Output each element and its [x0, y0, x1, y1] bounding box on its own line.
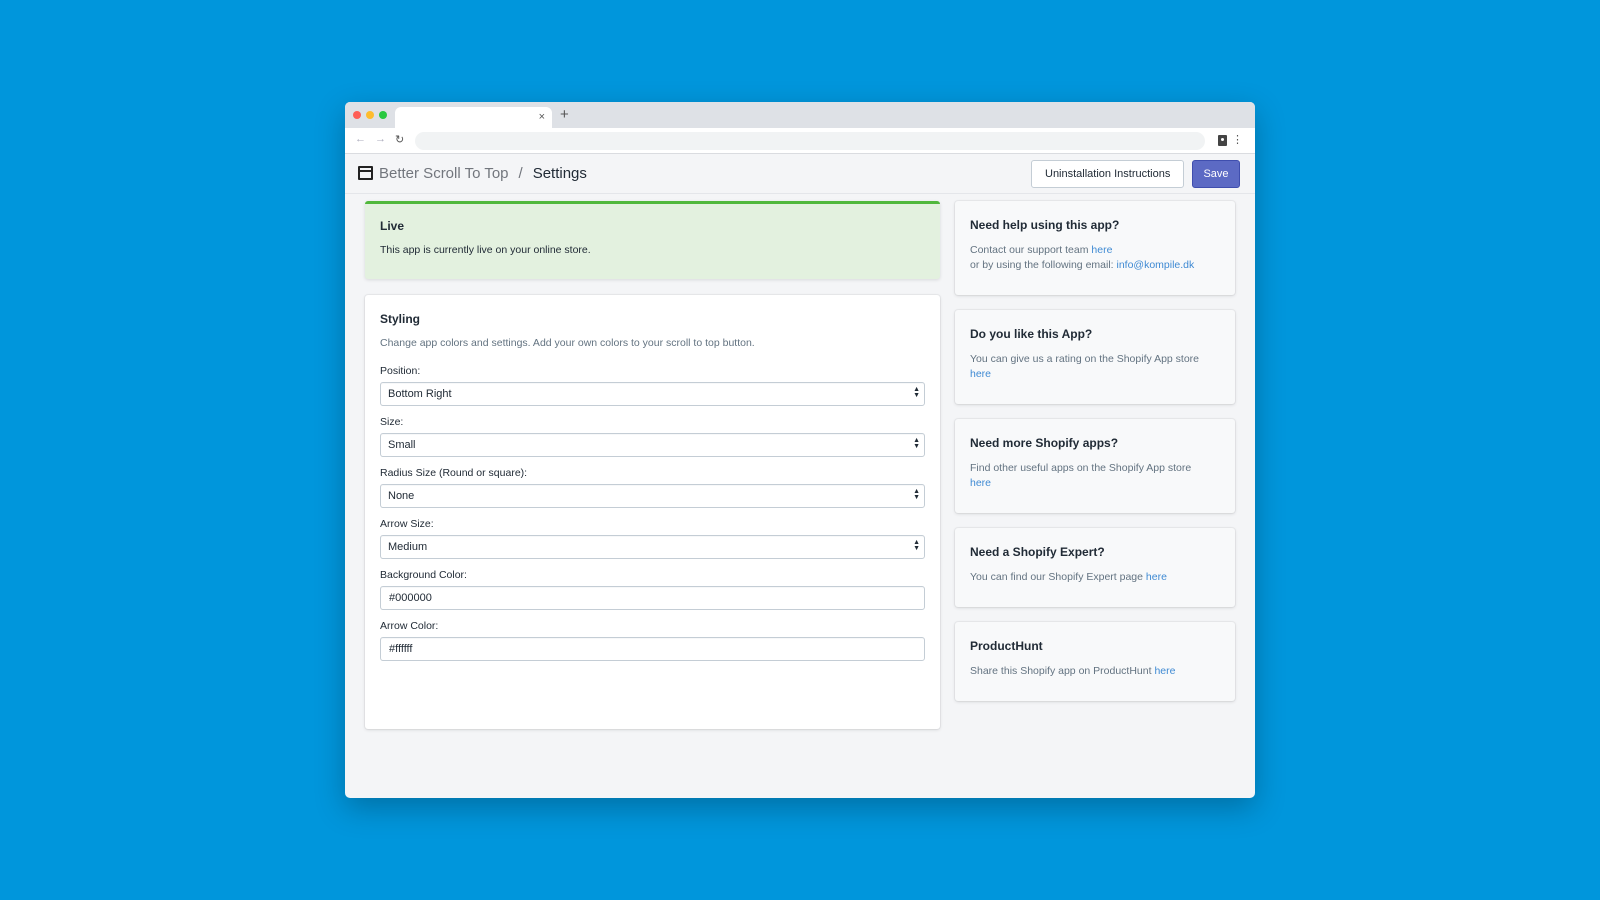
support-here-link[interactable]: here: [1091, 244, 1112, 256]
breadcrumb: Better Scroll To Top / Settings: [379, 165, 587, 182]
back-arrow-icon[interactable]: ←: [355, 133, 366, 145]
arrow-color-input[interactable]: #ffffff: [380, 637, 925, 661]
window-controls: [353, 111, 387, 119]
help-line2: or by using the following email:: [970, 259, 1117, 271]
position-select[interactable]: Bottom Right ▲ ▼: [380, 382, 925, 406]
save-button[interactable]: Save: [1192, 160, 1240, 188]
rate-text: You can give us a rating on the Shopify …: [970, 352, 1220, 382]
rate-app-card: Do you like this App? You can give us a …: [955, 310, 1235, 404]
browser-menu-icon[interactable]: ⋮: [1232, 133, 1243, 147]
new-tab-button[interactable]: +: [560, 106, 569, 123]
help-line1: Contact our support team: [970, 244, 1092, 256]
expert-here-link[interactable]: here: [1146, 571, 1167, 583]
radius-size-field: Radius Size (Round or square): None ▲ ▼: [380, 467, 925, 508]
help-text: Contact our support team here or by usin…: [970, 243, 1220, 273]
radius-size-select[interactable]: None ▲ ▼: [380, 484, 925, 508]
minimize-window-button[interactable]: [366, 111, 374, 119]
size-label: Size:: [380, 416, 404, 428]
select-arrows-icon: ▲ ▼: [913, 488, 920, 501]
arrow-size-select[interactable]: Medium ▲ ▼: [380, 535, 925, 559]
breadcrumb-separator: /: [518, 165, 523, 182]
page-title: Settings: [532, 165, 587, 182]
styling-card: Styling Change app colors and settings. …: [365, 295, 940, 729]
tab-close-icon[interactable]: ×: [539, 110, 545, 124]
size-field: Size: Small ▲ ▼: [380, 416, 925, 457]
position-value: Bottom Right: [388, 388, 452, 400]
producthunt-text: Share this Shopify app on ProductHunt he…: [970, 664, 1220, 679]
rate-here-link[interactable]: here: [970, 368, 991, 380]
rate-description: You can give us a rating on the Shopify …: [970, 353, 1200, 365]
arrow-color-field: Arrow Color: #ffffff: [380, 620, 925, 661]
help-card: Need help using this app? Contact our su…: [955, 201, 1235, 295]
arrow-size-value: Medium: [388, 541, 428, 553]
radius-size-label: Radius Size (Round or square):: [380, 467, 528, 479]
live-status-banner: Live This app is currently live on your …: [365, 201, 940, 279]
select-arrows-icon: ▲ ▼: [913, 386, 920, 399]
app-window-icon: [358, 166, 373, 180]
live-banner-text: This app is currently live on your onlin…: [380, 244, 591, 256]
background-color-field: Background Color: #000000: [380, 569, 925, 610]
more-apps-text: Find other useful apps on the Shopify Ap…: [970, 461, 1220, 491]
select-arrows-icon: ▲ ▼: [913, 437, 920, 450]
background-color-label: Background Color:: [380, 569, 467, 581]
more-apps-here-link[interactable]: here: [970, 477, 991, 489]
size-value: Small: [388, 439, 416, 451]
producthunt-here-link[interactable]: here: [1154, 665, 1175, 677]
address-bar[interactable]: [415, 132, 1205, 150]
main-column: Live This app is currently live on your …: [365, 201, 940, 729]
support-email-link[interactable]: info@kompile.dk: [1117, 259, 1195, 271]
expert-text: You can find our Shopify Expert page her…: [970, 570, 1220, 585]
expert-title: Need a Shopify Expert?: [970, 545, 1105, 559]
extension-icon[interactable]: [1218, 135, 1227, 146]
expert-description: You can find our Shopify Expert page: [970, 571, 1146, 583]
reload-icon[interactable]: ↻: [395, 133, 404, 146]
select-arrows-icon: ▲ ▼: [913, 539, 920, 552]
help-title: Need help using this app?: [970, 218, 1120, 232]
producthunt-description: Share this Shopify app on ProductHunt: [970, 665, 1155, 677]
radius-size-value: None: [388, 490, 415, 502]
background-color-input[interactable]: #000000: [380, 586, 925, 610]
sidebar: Need help using this app? Contact our su…: [955, 201, 1235, 716]
position-field: Position: Bottom Right ▲ ▼: [380, 365, 925, 406]
close-window-button[interactable]: [353, 111, 361, 119]
breadcrumb-app-link[interactable]: Better Scroll To Top: [379, 165, 509, 182]
position-label: Position:: [380, 365, 421, 377]
arrow-color-label: Arrow Color:: [380, 620, 439, 632]
styling-description: Change app colors and settings. Add your…: [380, 337, 755, 349]
live-banner-title: Live: [380, 219, 405, 233]
more-apps-title: Need more Shopify apps?: [970, 436, 1119, 450]
maximize-window-button[interactable]: [379, 111, 387, 119]
forward-arrow-icon[interactable]: →: [375, 133, 386, 145]
shopify-expert-card: Need a Shopify Expert? You can find our …: [955, 528, 1235, 607]
arrow-size-field: Arrow Size: Medium ▲ ▼: [380, 518, 925, 559]
rate-title: Do you like this App?: [970, 327, 1093, 341]
size-select[interactable]: Small ▲ ▼: [380, 433, 925, 457]
tab-strip: × +: [345, 102, 1255, 128]
more-apps-description: Find other useful apps on the Shopify Ap…: [970, 462, 1192, 474]
page-header: Better Scroll To Top / Settings Uninstal…: [345, 154, 1255, 194]
styling-title: Styling: [380, 312, 421, 326]
browser-toolbar: ← → ↻ ⋮: [345, 128, 1255, 154]
producthunt-title: ProductHunt: [970, 639, 1043, 653]
browser-window: × + ← → ↻ ⋮ Better Scroll To Top / Setti…: [345, 102, 1255, 798]
browser-tab[interactable]: ×: [395, 107, 552, 128]
producthunt-card: ProductHunt Share this Shopify app on Pr…: [955, 622, 1235, 701]
uninstallation-instructions-button[interactable]: Uninstallation Instructions: [1031, 160, 1185, 188]
more-apps-card: Need more Shopify apps? Find other usefu…: [955, 419, 1235, 513]
arrow-size-label: Arrow Size:: [380, 518, 434, 530]
